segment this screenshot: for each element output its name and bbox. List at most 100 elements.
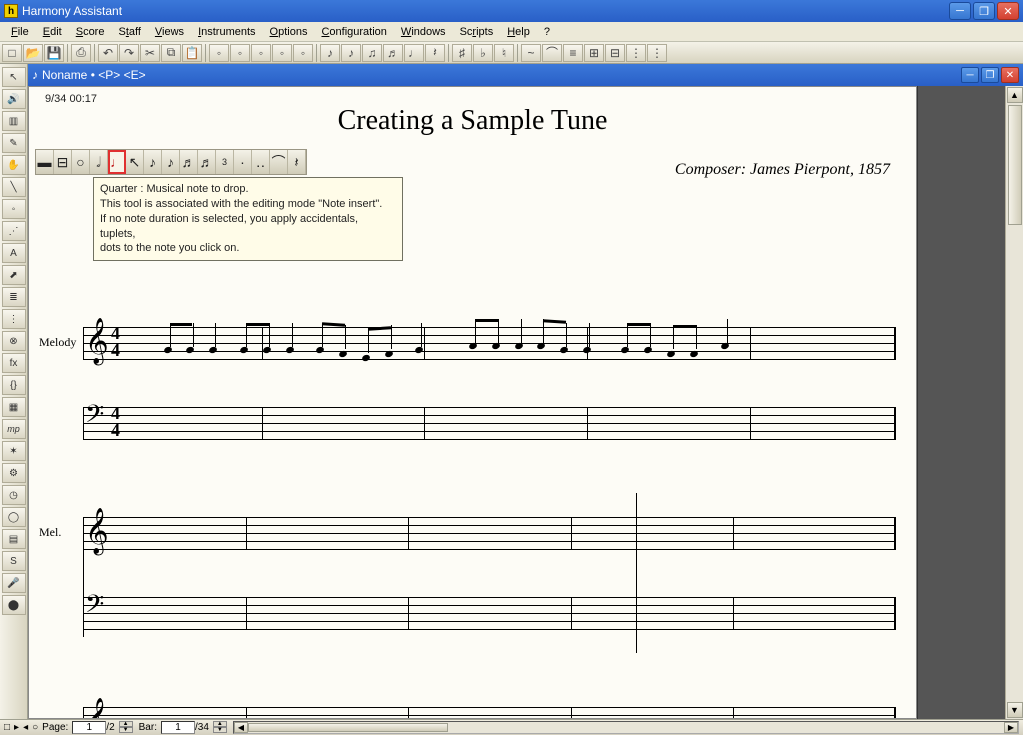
tb-tool-icon[interactable]: ◦: [209, 44, 229, 62]
lt-dotfill-icon[interactable]: ⬤: [2, 595, 26, 615]
hscroll-thumb[interactable]: [248, 723, 448, 732]
minimize-button[interactable]: ─: [949, 2, 971, 20]
menu-views[interactable]: Views: [148, 24, 191, 40]
tb-copy-icon[interactable]: ⧉: [161, 44, 181, 62]
bar-input[interactable]: [161, 721, 195, 734]
scroll-down-icon[interactable]: ▼: [1007, 702, 1023, 718]
tb-tool-icon[interactable]: ≡: [563, 44, 583, 62]
menu-scripts[interactable]: Scripts: [453, 24, 501, 40]
lt-clock-icon[interactable]: ◷: [2, 485, 26, 505]
tb-natural-icon[interactable]: ♮: [494, 44, 514, 62]
tb-tool-icon[interactable]: ⊟: [605, 44, 625, 62]
tb-print-icon[interactable]: ⎙: [71, 44, 91, 62]
menu-configuration[interactable]: Configuration: [314, 24, 393, 40]
tb-paste-icon[interactable]: 📋: [182, 44, 202, 62]
tb-cut-icon[interactable]: ✂: [140, 44, 160, 62]
status-icon[interactable]: ▸: [14, 722, 19, 733]
menu-instruments[interactable]: Instruments: [191, 24, 262, 40]
nt-16th-icon[interactable]: ♬: [180, 150, 198, 174]
lt-mic-icon[interactable]: 🎤: [2, 573, 26, 593]
tb-tool-icon[interactable]: ◦: [272, 44, 292, 62]
bass-staff[interactable]: 𝄢: [83, 593, 896, 633]
lt-pencil-icon[interactable]: ✎: [2, 133, 26, 153]
tb-rest-icon[interactable]: 𝄽: [425, 44, 445, 62]
tb-note-icon[interactable]: ♩: [404, 44, 424, 62]
lt-speaker-icon[interactable]: 🔊: [2, 89, 26, 109]
nt-breve-icon[interactable]: ⊟: [54, 150, 72, 174]
menu-score[interactable]: Score: [69, 24, 112, 40]
status-icon[interactable]: ◂: [23, 722, 28, 733]
doc-close-button[interactable]: ✕: [1001, 67, 1019, 83]
nt-dot-icon[interactable]: ·: [234, 150, 252, 174]
nt-tie-icon[interactable]: ⌒: [270, 150, 288, 174]
tb-tool-icon[interactable]: ◦: [230, 44, 250, 62]
tb-sharp-icon[interactable]: ♯: [452, 44, 472, 62]
scroll-thumb[interactable]: [1008, 105, 1022, 225]
lt-dots-icon[interactable]: ⋮: [2, 309, 26, 329]
lt-s-icon[interactable]: S: [2, 551, 26, 571]
menu-options[interactable]: Options: [263, 24, 315, 40]
nt-half-icon[interactable]: 𝅗𝅥: [90, 150, 108, 174]
tb-note-icon[interactable]: ♫: [362, 44, 382, 62]
tb-tool-icon[interactable]: ⊞: [584, 44, 604, 62]
tb-save-icon[interactable]: 💾: [44, 44, 64, 62]
tb-note-icon[interactable]: ♬: [383, 44, 403, 62]
menu-help[interactable]: Help: [500, 24, 537, 40]
nt-tuplet-icon[interactable]: 3: [216, 150, 234, 174]
nt-cursor-icon[interactable]: ↖: [126, 150, 144, 174]
lt-sel-icon[interactable]: ▦: [2, 397, 26, 417]
menu-staff[interactable]: Staff: [111, 24, 147, 40]
doc-minimize-button[interactable]: ─: [961, 67, 979, 83]
treble-staff[interactable]: 𝄞: [83, 513, 896, 553]
bass-staff[interactable]: 𝄢 44: [83, 403, 896, 443]
tb-tool-icon[interactable]: ⌒: [542, 44, 562, 62]
menu-windows[interactable]: Windows: [394, 24, 453, 40]
page-input[interactable]: [72, 721, 106, 734]
score-page[interactable]: 9/34 00:17 Creating a Sample Tune ▬ ⊟ ○ …: [28, 86, 917, 719]
score-title[interactable]: Creating a Sample Tune: [35, 105, 910, 137]
nt-whole-icon[interactable]: ○: [72, 150, 90, 174]
treble-staff[interactable]: 𝄞: [83, 703, 896, 719]
menu-question[interactable]: ?: [537, 24, 557, 40]
lt-line-icon[interactable]: ╲: [2, 177, 26, 197]
lt-circle-icon[interactable]: ◯: [2, 507, 26, 527]
tb-open-icon[interactable]: 📂: [23, 44, 43, 62]
nt-ddot-icon[interactable]: ‥: [252, 150, 270, 174]
nt-rest-icon[interactable]: 𝄽: [288, 150, 306, 174]
status-icon[interactable]: □: [4, 722, 10, 733]
lt-staff-icon[interactable]: ≣: [2, 287, 26, 307]
lt-fx2-icon[interactable]: ✶: [2, 441, 26, 461]
tb-tool-icon[interactable]: ◦: [293, 44, 313, 62]
vertical-scrollbar[interactable]: ▲ ▼: [1005, 86, 1023, 719]
page-spinner[interactable]: ▲▼: [119, 721, 133, 734]
lt-perc-icon[interactable]: ⊗: [2, 331, 26, 351]
lt-text-icon[interactable]: A: [2, 243, 26, 263]
doc-maximize-button[interactable]: ❐: [981, 67, 999, 83]
tb-note-icon[interactable]: ♪: [341, 44, 361, 62]
bar-spinner[interactable]: ▲▼: [213, 721, 227, 734]
lt-bracket-icon[interactable]: {}: [2, 375, 26, 395]
nt-eighth-icon[interactable]: ♪: [162, 150, 180, 174]
lt-fx-icon[interactable]: fx: [2, 353, 26, 373]
tb-note-icon[interactable]: ♪: [320, 44, 340, 62]
tb-redo-icon[interactable]: ↷: [119, 44, 139, 62]
lt-tool-icon[interactable]: ◦: [2, 199, 26, 219]
maximize-button[interactable]: ❐: [973, 2, 995, 20]
lt-select-icon[interactable]: ⬈: [2, 265, 26, 285]
scroll-up-icon[interactable]: ▲: [1007, 87, 1023, 103]
close-button[interactable]: ✕: [997, 2, 1019, 20]
status-icon[interactable]: ○: [32, 722, 38, 733]
menu-edit[interactable]: Edit: [36, 24, 69, 40]
tb-tool-icon[interactable]: ~: [521, 44, 541, 62]
tb-tool-icon[interactable]: ⋮: [647, 44, 667, 62]
horizontal-scrollbar[interactable]: ◀ ▶: [233, 721, 1019, 734]
nt-longa-icon[interactable]: ▬: [36, 150, 54, 174]
lt-tool-icon[interactable]: ⋰: [2, 221, 26, 241]
tb-undo-icon[interactable]: ↶: [98, 44, 118, 62]
tb-new-icon[interactable]: □: [2, 44, 22, 62]
nt-32nd-icon[interactable]: ♬: [198, 150, 216, 174]
nt-quarter-icon[interactable]: ♩: [108, 150, 126, 174]
lt-mp-icon[interactable]: mp: [2, 419, 26, 439]
lt-hand-icon[interactable]: ✋: [2, 155, 26, 175]
lt-arrow-icon[interactable]: ↖: [2, 67, 26, 87]
